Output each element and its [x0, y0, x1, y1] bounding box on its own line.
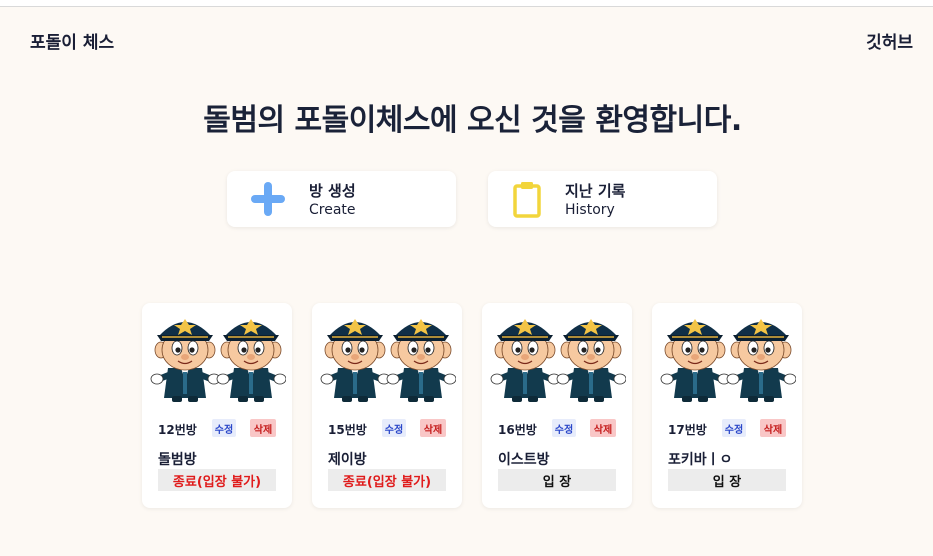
- top-border: [0, 0, 933, 7]
- police-mascot-image: [150, 318, 286, 403]
- police-mascot-image: [320, 318, 456, 403]
- delete-button[interactable]: 삭제: [760, 419, 786, 437]
- edit-button[interactable]: 수정: [382, 419, 406, 437]
- police-mascot-image: [490, 318, 626, 403]
- room-name: 돌범방: [158, 452, 197, 468]
- room-status-button[interactable]: 종료(입장 불가): [328, 469, 446, 491]
- police-mascot-image: [660, 318, 796, 403]
- github-link[interactable]: 깃허브: [866, 28, 913, 53]
- delete-button[interactable]: 삭제: [250, 419, 276, 437]
- room-card: 16번방 수정 삭제 이스트방 입 장: [482, 303, 632, 508]
- room-number: 16번방: [498, 423, 537, 437]
- room-card: 12번방 수정 삭제 돌범방 종료(입장 불가): [142, 303, 292, 508]
- room-name: 포키바ㅣㅇ: [668, 452, 733, 468]
- room-number: 17번방: [668, 423, 707, 437]
- create-label-en: Create: [309, 202, 356, 218]
- room-name: 제이방: [328, 452, 367, 468]
- welcome-heading: 돌범의 포돌이체스에 오신 것을 환영합니다.: [203, 103, 742, 138]
- edit-button[interactable]: 수정: [722, 419, 746, 437]
- edit-button[interactable]: 수정: [212, 419, 236, 437]
- plus-icon: [251, 182, 285, 216]
- create-room-button[interactable]: 방 생성 Create: [227, 171, 456, 227]
- room-card: 15번방 수정 삭제 제이방 종료(입장 불가): [312, 303, 462, 508]
- enter-room-button[interactable]: 입 장: [498, 469, 616, 491]
- room-number: 12번방: [158, 423, 197, 437]
- history-label-en: History: [565, 202, 615, 218]
- room-card: 17번방 수정 삭제 포키바ㅣㅇ 입 장: [652, 303, 802, 508]
- delete-button[interactable]: 삭제: [590, 419, 616, 437]
- delete-button[interactable]: 삭제: [420, 419, 446, 437]
- history-label-ko: 지난 기록: [565, 182, 626, 200]
- room-name: 이스트방: [498, 452, 550, 468]
- create-label-ko: 방 생성: [309, 182, 356, 200]
- site-title[interactable]: 포돌이 체스: [30, 28, 114, 53]
- room-status-button[interactable]: 종료(입장 불가): [158, 469, 276, 491]
- history-button[interactable]: 지난 기록 History: [488, 171, 717, 227]
- room-number: 15번방: [328, 423, 367, 437]
- edit-button[interactable]: 수정: [552, 419, 576, 437]
- enter-room-button[interactable]: 입 장: [668, 469, 786, 491]
- clipboard-icon: [513, 182, 541, 218]
